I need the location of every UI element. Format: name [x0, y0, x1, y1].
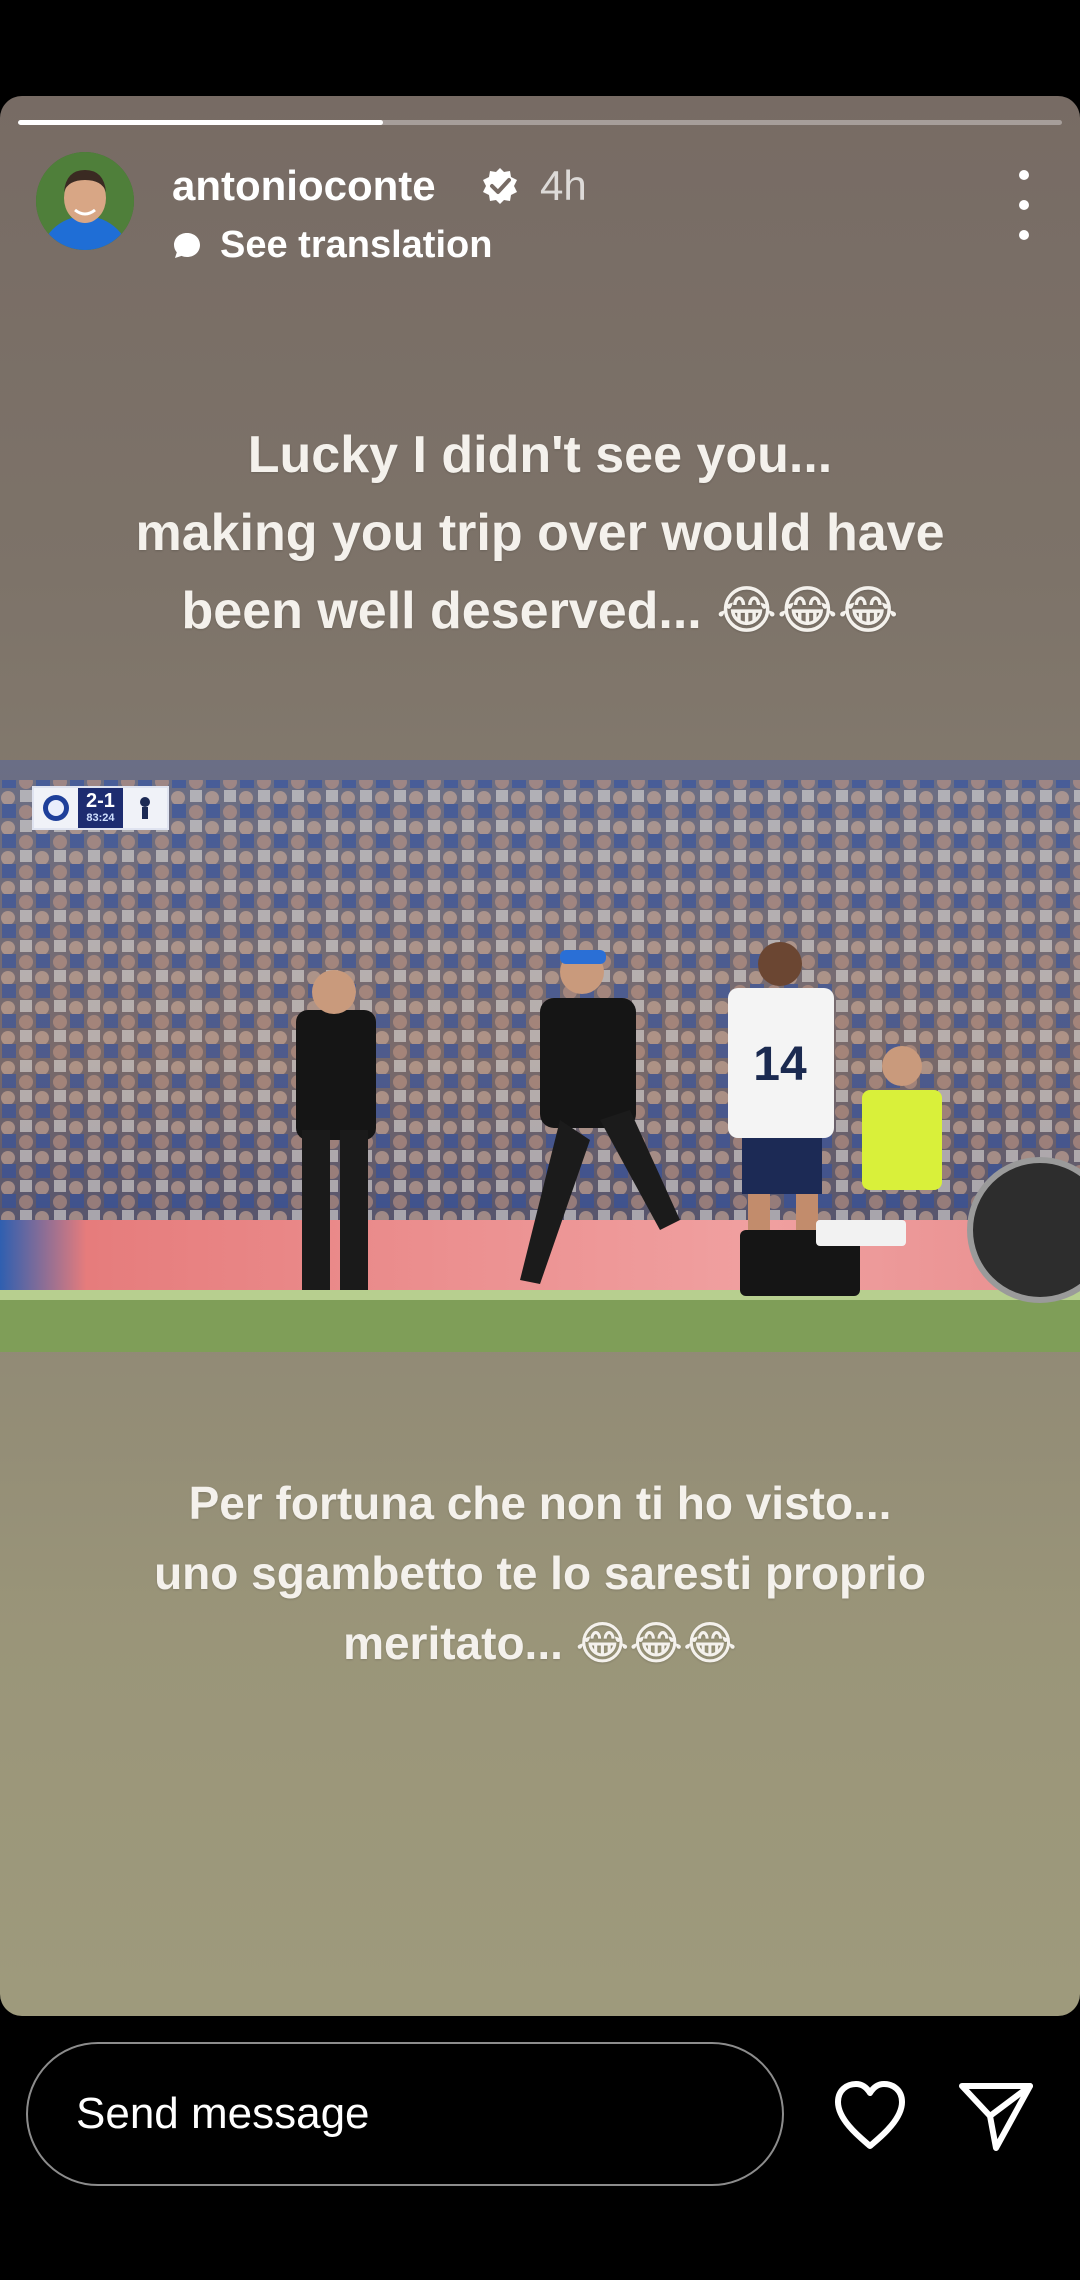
more-options-icon[interactable] — [1004, 170, 1044, 240]
story-viewer[interactable]: antonioconte 4h See translation Lucky I … — [0, 96, 1080, 2016]
caption-line: meritato... 😂😂😂 — [343, 1617, 737, 1669]
story-progress-bar — [18, 120, 1062, 125]
caption-line: Lucky I didn't see you... — [247, 426, 833, 484]
score-block: 2-1 83:24 — [78, 788, 123, 828]
home-crest-icon — [34, 788, 78, 828]
caption-line: Per fortuna che non ti ho visto... — [188, 1477, 892, 1529]
caption-italian: Per fortuna che non ti ho visto... uno s… — [40, 1468, 1040, 1678]
translate-bubble-icon — [174, 232, 200, 258]
see-translation-button[interactable]: See translation — [172, 224, 492, 267]
match-clock: 83:24 — [86, 812, 115, 824]
caption-english: Lucky I didn't see you... making you tri… — [40, 416, 1040, 650]
story-header: antonioconte 4h See translation — [36, 152, 1044, 266]
away-crest-icon — [122, 788, 167, 828]
post-time: 4h — [540, 162, 587, 209]
scoreboard: 2-1 83:24 — [32, 786, 169, 830]
verified-badge-icon — [480, 166, 520, 206]
match-score: 2-1 — [86, 790, 115, 812]
username[interactable]: antonioconte — [172, 162, 436, 210]
caption-line: been well deserved... 😂😂😂 — [181, 582, 899, 640]
caption-line: making you trip over would have — [135, 504, 945, 562]
see-translation-label: See translation — [220, 224, 493, 266]
progress-segment-fill — [18, 120, 384, 125]
caption-line: uno sgambetto te lo saresti proprio — [154, 1547, 926, 1599]
story-media-image: 14 2-1 83:24 — [0, 760, 1080, 1352]
send-paper-plane-icon[interactable] — [956, 2078, 1036, 2154]
send-message-input[interactable]: Send message — [26, 2042, 784, 2186]
stadium-photo: 14 — [0, 760, 1080, 1352]
progress-segment — [18, 120, 1062, 125]
player-number: 14 — [753, 1038, 807, 1091]
avatar[interactable] — [36, 152, 134, 250]
reply-bar: Send message — [0, 2020, 1080, 2280]
heart-outline-icon[interactable] — [830, 2078, 910, 2154]
send-message-placeholder: Send message — [76, 2089, 370, 2138]
